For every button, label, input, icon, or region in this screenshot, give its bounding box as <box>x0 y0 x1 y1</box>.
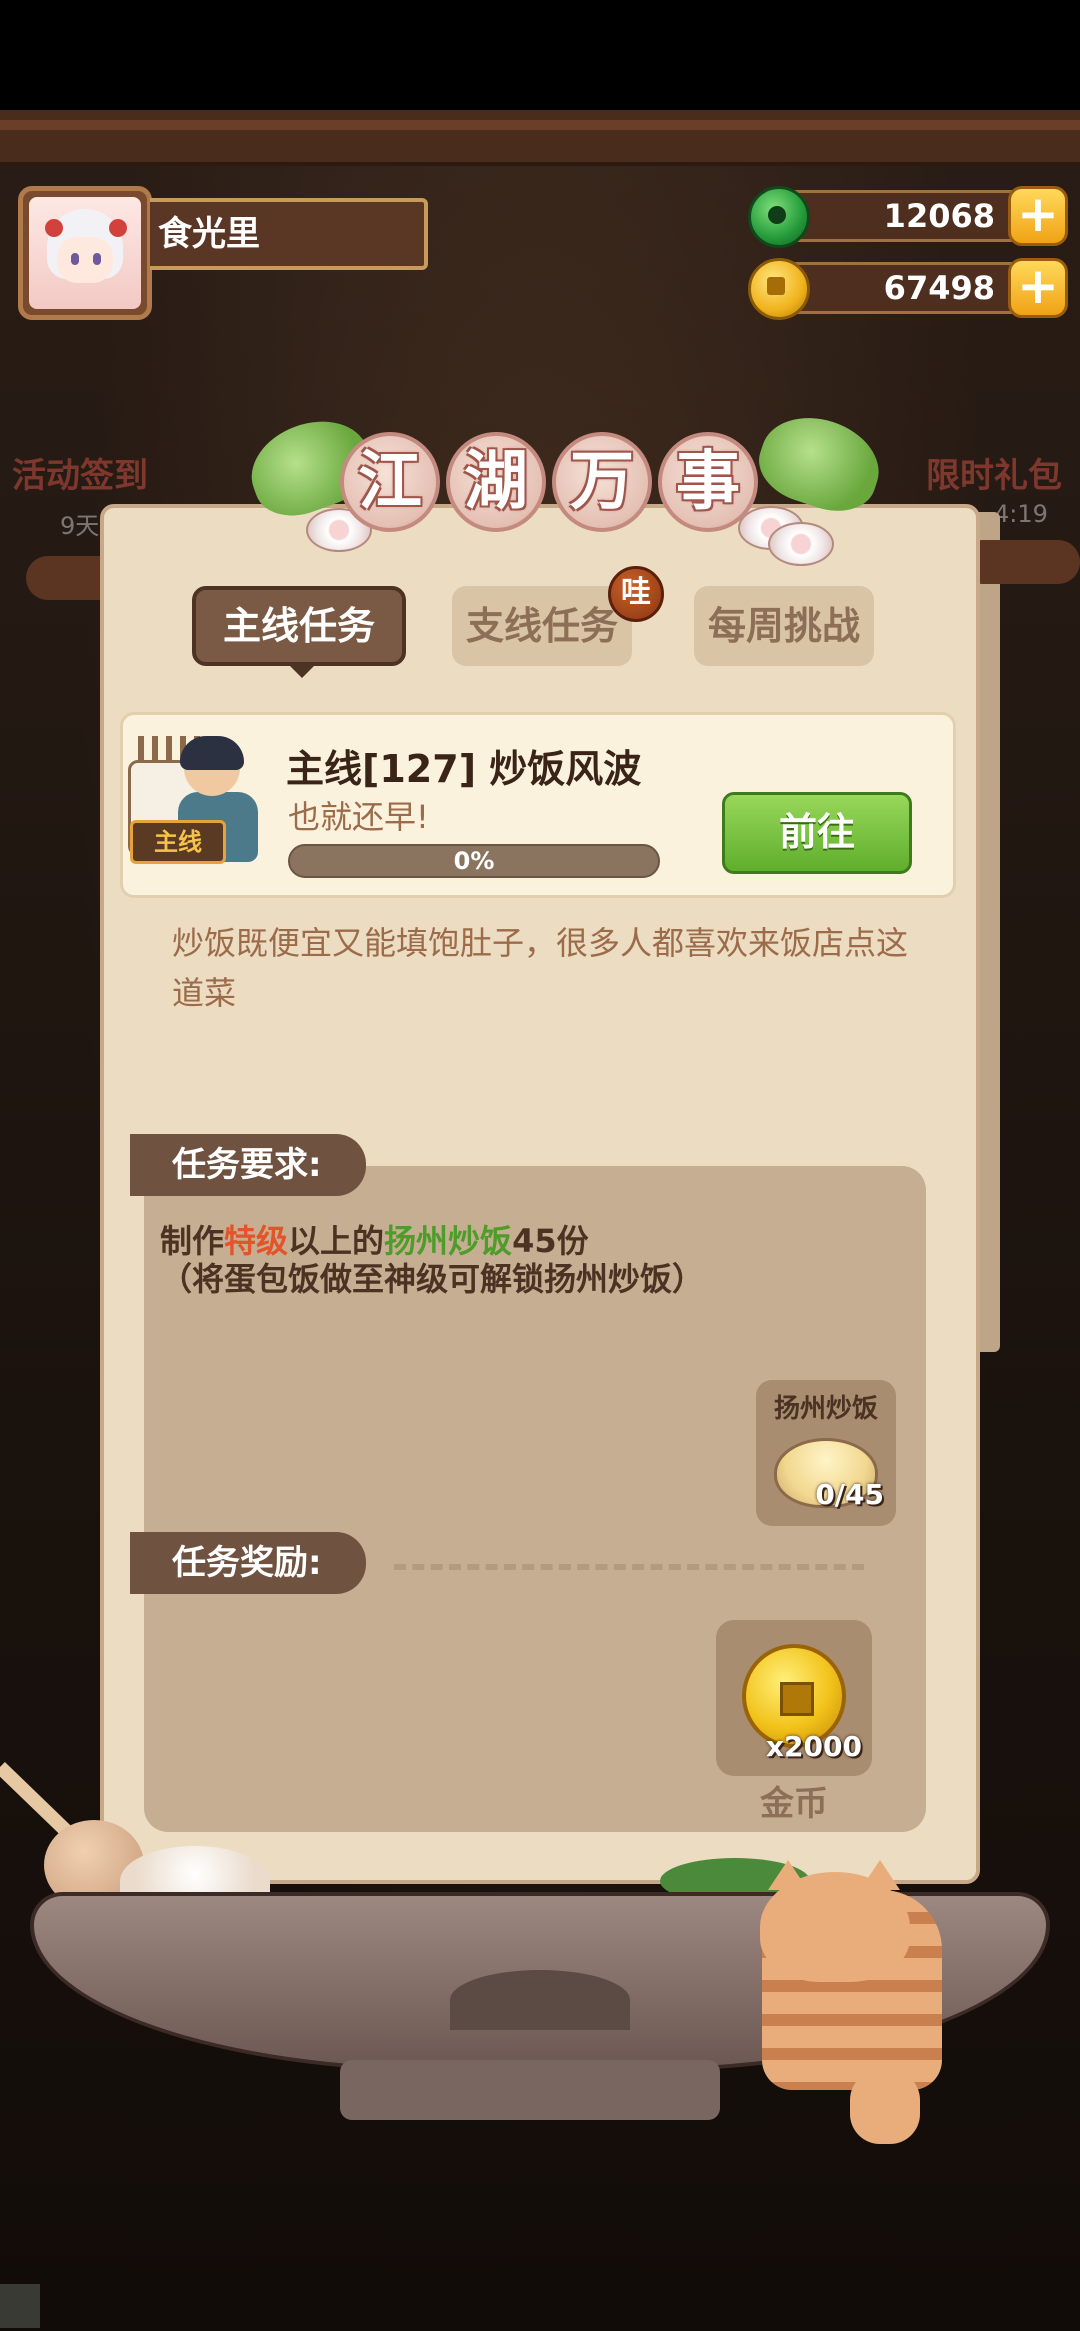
avatar-face <box>57 237 113 283</box>
required-dish-card[interactable]: 扬州炒饭 0/45 <box>756 1380 896 1526</box>
go-button[interactable]: 前往 <box>722 792 912 874</box>
corner-widget <box>0 2284 40 2328</box>
cat-mascot-leg <box>850 2070 920 2144</box>
requirement-unlock-hint: （将蛋包饭做至神级可解锁扬州炒饭） <box>160 1260 705 1298</box>
panel-title: 江 湖 万 事 <box>340 432 760 552</box>
event-signin-days: 9天 <box>60 512 100 540</box>
required-dish-name: 扬州炒饭 <box>773 1394 878 1424</box>
ceiling-beam-trim <box>0 120 1080 130</box>
character-hair <box>180 736 244 770</box>
wok-stand <box>340 2060 720 2120</box>
player-name: 食光里 <box>150 198 428 270</box>
required-dish-count: 0/45 <box>815 1478 884 1511</box>
ceiling-beam <box>0 110 1080 166</box>
add-jade-button[interactable]: + <box>1008 186 1068 246</box>
title-char: 事 <box>658 432 758 532</box>
title-char: 江 <box>340 432 440 532</box>
add-coins-button[interactable]: + <box>1008 258 1068 318</box>
tab-main-quests[interactable]: 主线任务 <box>192 586 406 666</box>
title-char: 湖 <box>446 432 546 532</box>
jade-icon-hole <box>768 206 786 224</box>
tab-side-quests[interactable]: 支线任务 <box>452 586 632 666</box>
title-char: 万 <box>552 432 652 532</box>
coin-square-hole <box>780 1682 814 1716</box>
rewards-divider <box>394 1564 864 1570</box>
selected-tab-pointer <box>288 664 316 678</box>
avatar-bow-left <box>45 219 63 237</box>
quest-progress-bar: 0% <box>288 844 660 878</box>
status-bar <box>0 0 1080 110</box>
cat-mascot-head <box>760 1872 910 1982</box>
quest-title: 主线[127] 炒饭风波 <box>286 747 642 791</box>
side-quest-badge: 哇 <box>608 566 664 622</box>
fishcake-decoration <box>768 522 834 566</box>
quest-subtitle: 也就还早! <box>288 798 429 836</box>
limited-gift-label[interactable]: 限时礼包 <box>926 448 1062 497</box>
limited-gift-timer: 4:19 <box>994 500 1048 528</box>
reward-coin-name: 金币 <box>760 1784 828 1824</box>
reward-coin-card[interactable]: x2000 <box>716 1620 872 1776</box>
requirements-heading: 任务要求: <box>130 1134 366 1196</box>
reward-coin-count: x2000 <box>766 1730 862 1763</box>
tab-weekly-challenge[interactable]: 每周挑战 <box>694 586 874 666</box>
event-signin-label[interactable]: 活动签到 <box>12 448 148 497</box>
rewards-heading: 任务奖励: <box>130 1532 366 1594</box>
wok-center <box>450 1970 630 2030</box>
avatar-bow-right <box>109 219 127 237</box>
quest-progress-label: 0% <box>453 847 495 875</box>
coin-icon-hole <box>767 277 785 295</box>
avatar-eye-right <box>93 253 101 265</box>
avatar-eye-left <box>71 253 79 265</box>
player-avatar-frame[interactable] <box>18 186 152 320</box>
avatar <box>29 197 141 309</box>
quest-description: 炒饭既便宜又能填饱肚子，很多人都喜欢来饭店点这道菜 <box>172 924 909 1012</box>
main-quest-tag: 主线 <box>130 820 226 864</box>
